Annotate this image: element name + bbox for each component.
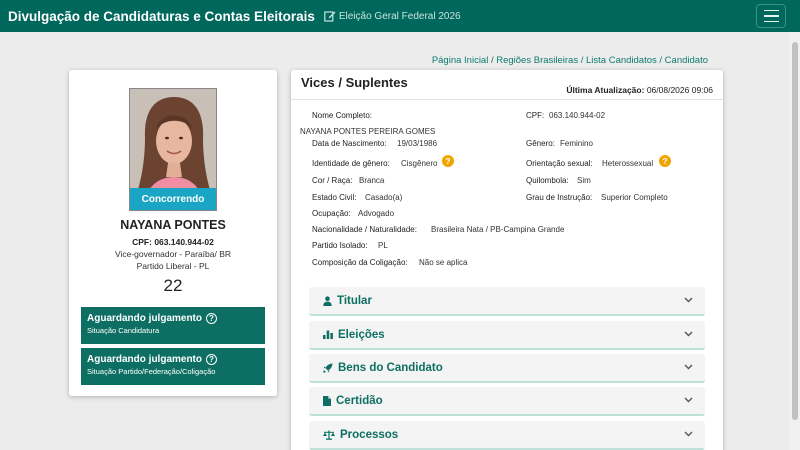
nacionalidade-value: Brasileira Nata / PB-Campina Grande — [431, 225, 565, 234]
candidacy-status-ribbon: Concorrendo — [130, 188, 216, 210]
user-icon — [323, 295, 332, 306]
coligacao-value: Não se aplica — [419, 258, 468, 267]
section-title: Vices / Suplentes — [301, 75, 408, 90]
identidade-genero-label: Identidade de gênero: — [312, 159, 390, 168]
quilombola-value: Sim — [577, 176, 591, 185]
chevron-down-icon — [684, 331, 693, 337]
last-update-label: Última Atualização: — [566, 85, 645, 95]
accordion-titular[interactable]: Titular — [309, 287, 705, 316]
details-card: Vices / Suplentes Última Atualização: 06… — [291, 70, 723, 450]
candidate-card: Concorrendo NAYANA PONTES CPF: 063.140.9… — [69, 70, 277, 396]
ocupacao-value: Advogado — [358, 209, 395, 218]
election-selector[interactable]: Eleição Geral Federal 2026 — [324, 10, 461, 22]
party-status-box: Aguardando julgamento ? Situação Partido… — [81, 348, 265, 385]
quilombola-label: Quilombola: — [526, 176, 569, 185]
estado-civil-label: Estado Civil: — [312, 193, 357, 202]
genero-label: Gênero: — [526, 139, 555, 148]
orientacao-sexual-value: Heterossexual — [602, 159, 654, 168]
candidate-office: Vice-governador - Paraíba/ BR — [114, 249, 232, 259]
genero-value: Feminino — [560, 139, 593, 148]
candidate-photo: Concorrendo — [129, 88, 217, 211]
status-subtitle: Situação Candidatura — [87, 326, 160, 335]
identidade-genero-value: Cisgênero — [401, 159, 438, 168]
document-icon — [323, 395, 331, 406]
divider — [291, 99, 723, 100]
cor-raca-label: Cor / Raça: — [312, 176, 353, 185]
candidate-cpf: CPF: 063.140.944-02 — [132, 237, 214, 247]
status-subtitle: Situação Partido/Federação/Coligação — [87, 367, 216, 376]
last-update: Última Atualização: 06/08/2026 09:06 — [566, 85, 713, 95]
orientacao-sexual-label: Orientação sexual: — [526, 159, 593, 168]
accordion-label: Bens do Candidato — [338, 361, 443, 374]
coligacao-label: Composição da Coligação: — [312, 258, 408, 267]
nascimento-label: Data de Nascimento: — [312, 139, 387, 148]
last-update-value: 06/08/2026 09:06 — [646, 85, 713, 95]
grau-instrucao-value: Superior Completo — [601, 193, 668, 202]
rocket-icon — [323, 363, 333, 373]
candidacy-status-box: Aguardando julgamento ? Situação Candida… — [81, 307, 265, 344]
chevron-down-icon — [684, 364, 693, 370]
accordion-label: Processos — [340, 428, 399, 441]
help-question-icon[interactable]: ? — [659, 155, 671, 167]
accordion-label: Eleições — [338, 328, 385, 341]
grau-instrucao-label: Grau de Instrução: — [526, 193, 593, 202]
ocupacao-label: Ocupação: — [312, 209, 351, 218]
scales-icon — [323, 430, 335, 440]
help-circle-icon[interactable]: ? — [206, 313, 217, 324]
bar-chart-icon — [323, 330, 333, 339]
candidate-party: Partido Liberal - PL — [136, 261, 210, 271]
accordion-certidao[interactable]: Certidão — [309, 387, 705, 416]
candidate-name: NAYANA PONTES — [120, 218, 226, 232]
partido-isolado-value: PL — [378, 241, 388, 250]
accordion-bens-candidato[interactable]: Bens do Candidato — [309, 354, 705, 383]
chevron-down-icon — [684, 397, 693, 403]
nascimento-value: 19/03/1986 — [397, 139, 438, 148]
hamburger-menu-icon — [763, 9, 779, 12]
accordion-label: Titular — [337, 294, 372, 307]
page-scrollbar[interactable] — [790, 32, 800, 450]
candidate-number: 22 — [163, 276, 183, 295]
nome-completo-label: Nome Completo: — [312, 111, 373, 120]
accordion-processos[interactable]: Processos — [309, 421, 705, 450]
status-title: Aguardando julgamento — [87, 313, 202, 324]
help-question-icon[interactable]: ? — [442, 155, 454, 167]
scrollbar-thumb[interactable] — [792, 42, 798, 420]
edit-icon — [324, 11, 336, 22]
nacionalidade-label: Nacionalidade / Naturalidade: — [312, 225, 417, 234]
partido-isolado-label: Partido Isolado: — [312, 241, 368, 250]
election-name: Eleição Geral Federal 2026 — [338, 10, 461, 22]
cpf-label: CPF: — [526, 111, 545, 120]
top-navbar: Divulgação de Candidaturas e Contas Elei… — [0, 0, 800, 32]
estado-civil-value: Casado(a) — [365, 193, 403, 202]
breadcrumb[interactable]: Página Inicial / Regiões Brasileiras / L… — [432, 55, 708, 66]
chevron-down-icon — [684, 297, 693, 303]
status-title: Aguardando julgamento — [87, 354, 202, 365]
menu-button[interactable] — [756, 4, 786, 28]
help-circle-icon[interactable]: ? — [206, 354, 217, 365]
chevron-down-icon — [684, 431, 693, 437]
app-title[interactable]: Divulgação de Candidaturas e Contas Elei… — [8, 9, 315, 24]
cor-raca-value: Branca — [359, 176, 385, 185]
cpf-value: 063.140.944-02 — [549, 111, 606, 120]
accordion-label: Certidão — [336, 394, 383, 407]
nome-completo-value: NAYANA PONTES PEREIRA GOMES — [300, 127, 436, 136]
accordion-eleicoes[interactable]: Eleições — [309, 321, 705, 350]
